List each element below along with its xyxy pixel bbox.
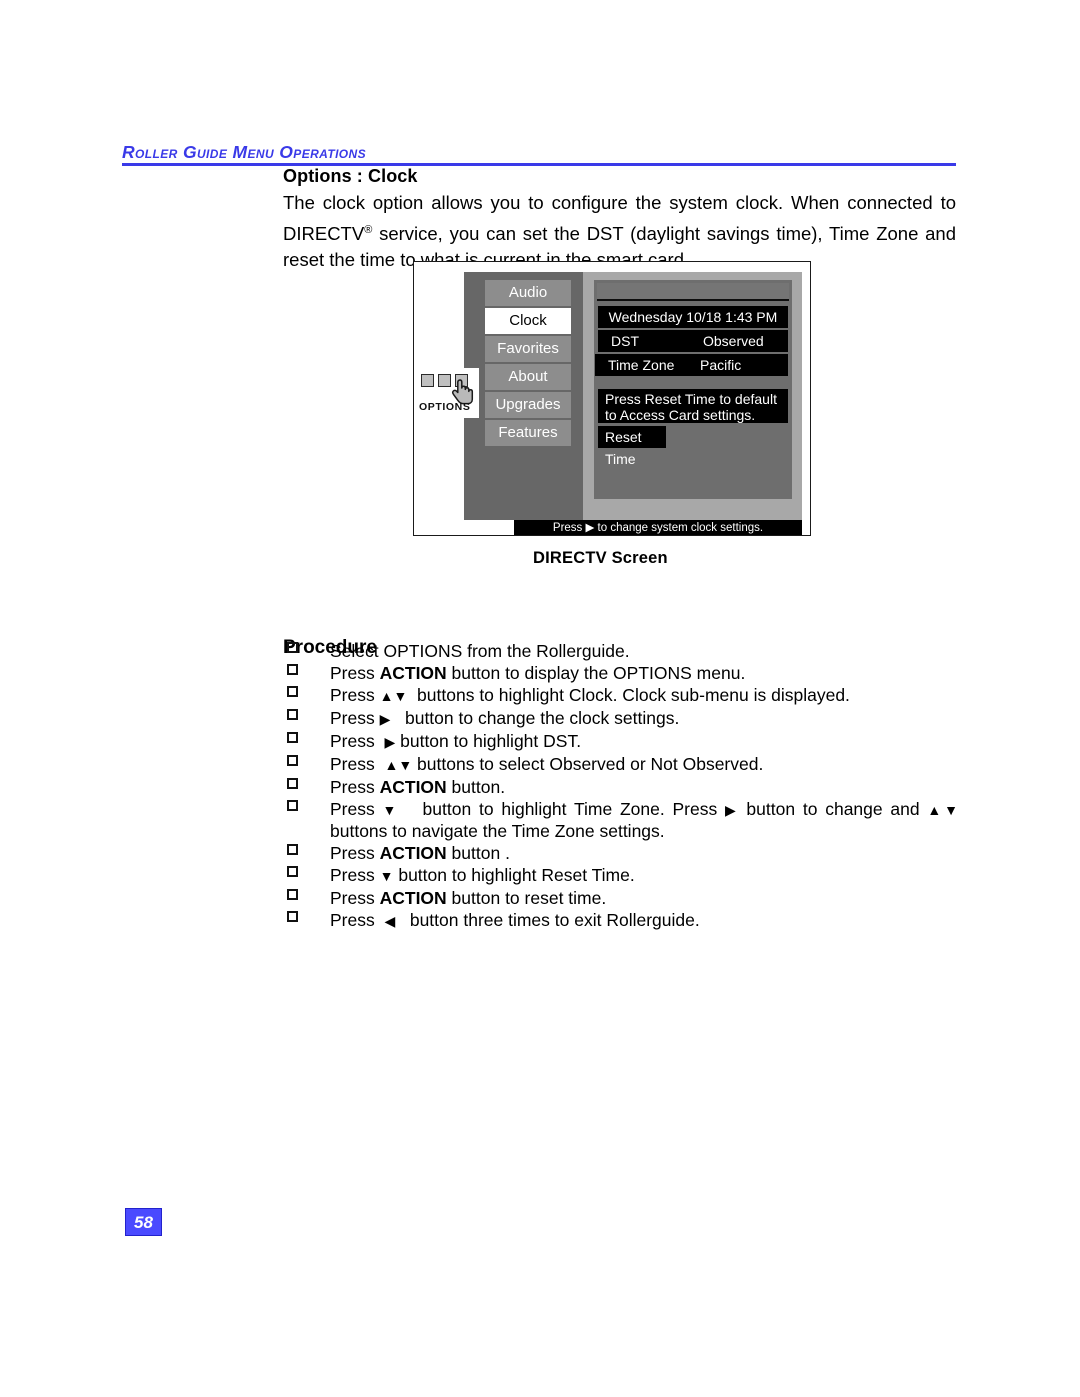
options-square-icon-1 <box>421 374 434 387</box>
menu-item-upgrades[interactable]: Upgrades <box>485 392 571 418</box>
procedure-step: Select OPTIONS from the Rollerguide. <box>283 641 958 662</box>
procedure-step-text: Press ▲▼ buttons to highlight Clock. Clo… <box>330 685 850 705</box>
square-bullet-icon <box>287 778 298 789</box>
dst-label: DST <box>611 333 639 349</box>
procedure-step: Press ▶ button to change the clock setti… <box>283 708 958 730</box>
timezone-row[interactable]: Time Zone Pacific <box>595 354 788 376</box>
procedure-step-text: Press ▼ button to highlight Time Zone. P… <box>330 799 958 842</box>
square-bullet-icon <box>287 889 298 901</box>
procedure-step: Press ACTION button to display the OPTIO… <box>283 663 958 684</box>
square-bullet-icon <box>287 911 298 923</box>
menu-item-label: Clock <box>509 312 547 329</box>
dst-value: Observed <box>703 333 764 349</box>
procedure-step: Press ◀ button three times to exit Rolle… <box>283 910 958 932</box>
figure-caption: DIRECTV Screen <box>533 549 668 567</box>
square-bullet-icon <box>287 686 298 697</box>
reset-time-hint: Press Reset Time to default to Access Ca… <box>598 389 788 423</box>
square-bullet-icon <box>287 664 298 675</box>
timezone-value: Pacific <box>700 357 742 373</box>
clock-datetime-row: Wednesday 10/18 1:43 PM <box>598 306 788 328</box>
menu-item-clock[interactable]: Clock <box>485 308 571 334</box>
reset-time-button[interactable]: Reset Time <box>598 426 666 467</box>
menu-item-label: Favorites <box>497 340 559 357</box>
menu-item-favorites[interactable]: Favorites <box>485 336 571 362</box>
tv-status-bar: Press ▶ to change system clock settings. <box>514 520 802 535</box>
procedure-step-text: Press ▶ button to highlight DST. <box>330 731 582 751</box>
square-bullet-icon <box>287 844 298 856</box>
procedure-step-text: Press ACTION button . <box>330 843 510 864</box>
dst-row[interactable]: DST Observed <box>598 330 788 352</box>
menu-item-label: Audio <box>508 284 548 301</box>
square-bullet-icon <box>287 800 298 811</box>
menu-item-about[interactable]: About <box>485 364 571 390</box>
square-bullet-icon <box>287 755 298 766</box>
menu-item-features[interactable]: Features <box>485 420 571 446</box>
procedure-step-text: Press ▶ button to change the clock setti… <box>330 708 680 728</box>
procedure-step-text: Press ACTION button. <box>330 777 506 797</box>
page-title: Options : Clock <box>283 166 418 186</box>
running-head-text: Roller Guide Menu Operations <box>122 142 367 162</box>
procedure-step: Press ACTION button to reset time. <box>283 888 958 909</box>
procedure-step: Press ▲▼ buttons to highlight Clock. Clo… <box>283 685 958 707</box>
menu-item-audio[interactable]: Audio <box>485 280 571 306</box>
running-head: Roller Guide Menu Operations <box>122 142 956 167</box>
options-icon-label: OPTIONS <box>419 401 471 413</box>
page-number: 58 <box>125 1208 162 1236</box>
procedure-step: Press ▶ button to highlight DST. <box>283 731 958 753</box>
procedure-step: Press ACTION button. <box>283 777 958 798</box>
square-bullet-icon <box>287 732 298 743</box>
square-bullet-icon <box>287 866 298 878</box>
clock-submenu-header <box>597 283 789 301</box>
options-menu-list[interactable]: Audio Clock Favorites About Upgrades Features <box>485 280 571 448</box>
directv-screen-figure: Audio Clock Favorites About Upgrades Features… <box>413 261 811 536</box>
procedure-step-text: Press ACTION button to reset time. <box>330 888 607 909</box>
menu-item-label: Features <box>498 424 558 441</box>
menu-item-label: About <box>508 368 548 385</box>
procedure-step: Press ▼ button to highlight Reset Time. <box>283 865 958 887</box>
procedure-step-text: Press ◀ button three times to exit Rolle… <box>330 910 700 931</box>
square-bullet-icon <box>287 709 298 720</box>
figure-frame: Audio Clock Favorites About Upgrades Features… <box>413 261 811 536</box>
procedure-step-text: Select OPTIONS from the Rollerguide. <box>330 641 630 661</box>
procedure-step-text: Press ▼ button to highlight Reset Time. <box>330 865 635 886</box>
menu-item-label: Upgrades <box>495 396 561 413</box>
procedure-step-text: Press ACTION button to display the OPTIO… <box>330 663 746 683</box>
procedure-step-text: Press ▲▼ buttons to select Observed or N… <box>330 754 764 774</box>
options-icon[interactable]: OPTIONS <box>417 368 479 418</box>
intro-block: Options : Clock The clock option allows … <box>283 166 956 274</box>
square-bullet-icon <box>287 642 298 653</box>
timezone-label: Time Zone <box>608 357 675 373</box>
procedure-list: Select OPTIONS from the Rollerguide. Pres… <box>283 641 958 933</box>
procedure-step: Press ACTION button . <box>283 843 958 864</box>
procedure-step: Press ▼ button to highlight Time Zone. P… <box>283 799 958 842</box>
procedure-step: Press ▲▼ buttons to select Observed or N… <box>283 754 958 776</box>
